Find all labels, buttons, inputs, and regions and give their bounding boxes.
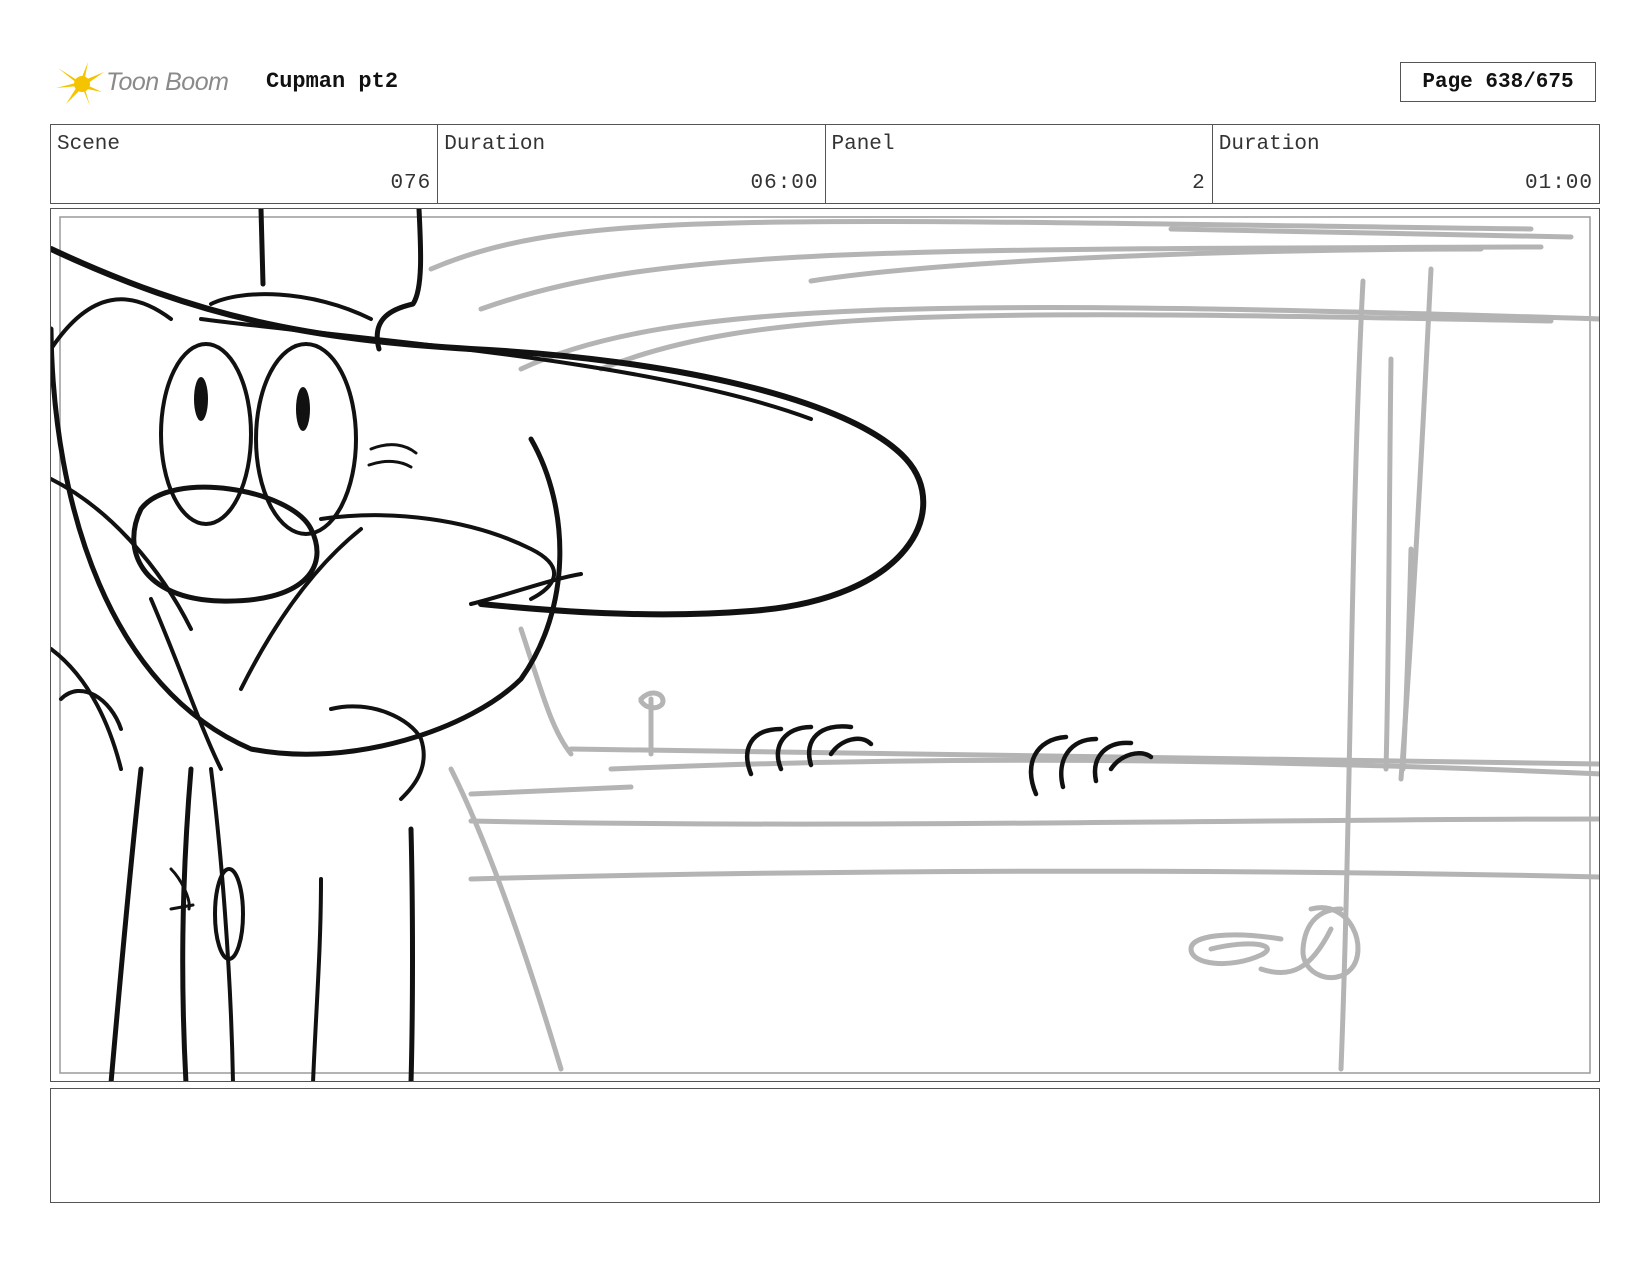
panel-duration-cell: Duration 01:00 <box>1213 125 1599 203</box>
scene-label: Scene <box>57 133 121 156</box>
panel-sketch <box>51 209 1599 1081</box>
panel-value: 2 <box>1192 172 1206 195</box>
scene-value: 076 <box>390 172 432 195</box>
scene-cell: Scene 076 <box>51 125 439 203</box>
storyboard-panel <box>50 208 1600 1082</box>
scene-duration-value: 06:00 <box>750 172 819 195</box>
panel-label: Panel <box>831 133 895 156</box>
notes-box <box>50 1088 1600 1203</box>
page-number: Page 638/675 <box>1400 62 1596 102</box>
logo-wordmark: Toon Boom <box>106 68 229 96</box>
character-sketch <box>51 209 927 1081</box>
panel-duration-label: Duration <box>1218 133 1320 156</box>
project-title: Cupman pt2 <box>266 69 399 94</box>
scene-info-table: Scene 076 Duration 06:00 Panel 2 Duratio… <box>50 124 1600 204</box>
starburst-icon <box>56 62 104 106</box>
scene-duration-cell: Duration 06:00 <box>438 125 826 203</box>
background-sketch <box>428 218 1599 1072</box>
storyboard-header: Toon Boom Cupman pt2 Page 638/675 <box>52 52 1600 112</box>
scene-duration-label: Duration <box>444 133 546 156</box>
panel-duration-value: 01:00 <box>1524 172 1593 195</box>
panel-cell: Panel 2 <box>826 125 1213 203</box>
claws-right <box>1028 734 1154 797</box>
toon-boom-logo: Toon Boom <box>52 58 252 108</box>
